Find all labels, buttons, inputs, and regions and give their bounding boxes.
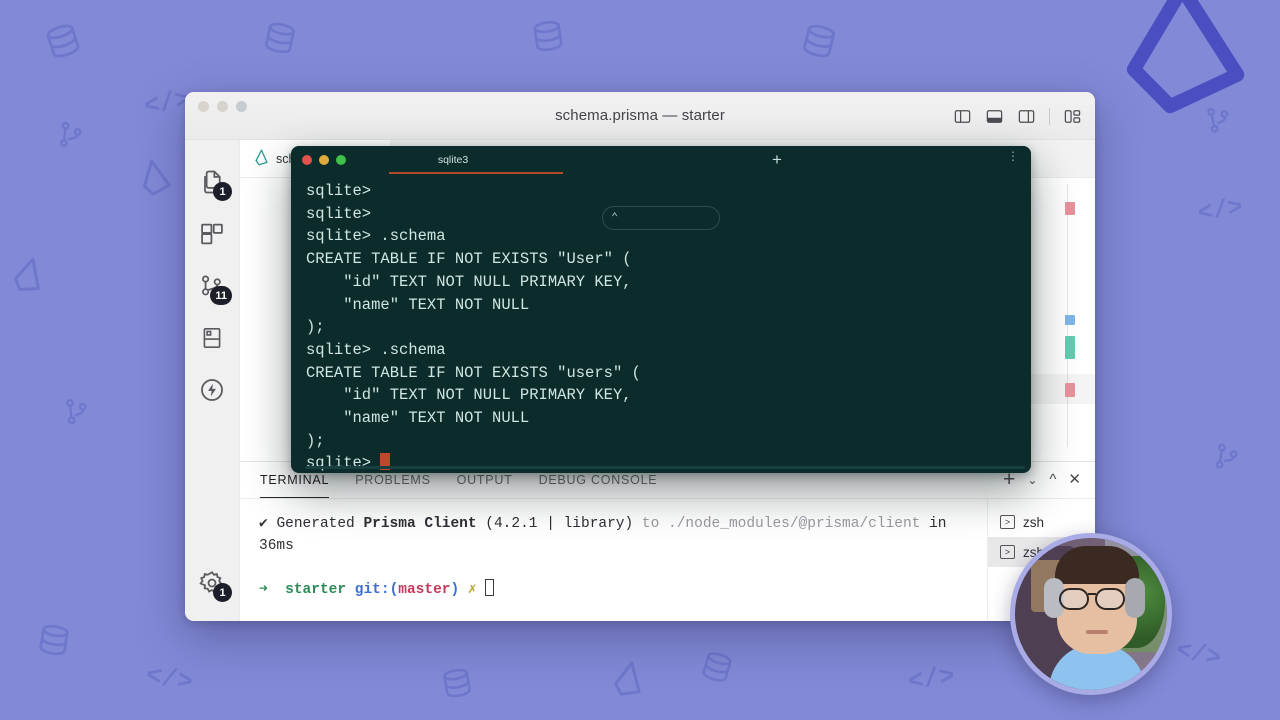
- output-path-1: ./node_modules/@pri: [668, 516, 834, 532]
- sqlite-traffic-lights[interactable]: [302, 155, 346, 165]
- database-icon: [33, 619, 74, 660]
- git-branch-icon: [1210, 440, 1244, 474]
- kebab-menu-icon[interactable]: ⋮: [1007, 150, 1019, 162]
- prompt-dirty-marker: ✗: [467, 582, 477, 598]
- minimap-mark: [1065, 383, 1075, 397]
- sqlite-screen[interactable]: sqlite> sqlite> sqlite> .schema CREATE T…: [291, 174, 1031, 473]
- database-icon: [528, 16, 569, 57]
- sidebar-item-extensions[interactable]: [188, 208, 236, 260]
- webcam-video: [1015, 538, 1167, 690]
- success-check-icon: ✔: [259, 516, 268, 532]
- minimap-mark: [1065, 202, 1075, 215]
- close-button[interactable]: [302, 155, 312, 165]
- prompt-arrow: ➜: [259, 582, 268, 598]
- database-icon: [696, 646, 738, 688]
- minimize-button[interactable]: [319, 155, 329, 165]
- minimap-mark: [1065, 336, 1075, 359]
- output-version: (4.2.1 | library): [476, 516, 634, 532]
- prisma-file-icon: [254, 149, 269, 169]
- sidebar-item-explorer[interactable]: 1: [188, 156, 236, 208]
- database-icon: [39, 17, 87, 65]
- toggle-secondary-sidebar-icon[interactable]: [1017, 107, 1036, 126]
- panel-body: ✔ Generated Prisma Client (4.2.1 | libra…: [240, 498, 1095, 621]
- terminal-output[interactable]: ✔ Generated Prisma Client (4.2.1 | libra…: [240, 499, 987, 621]
- minimap[interactable]: [1021, 184, 1095, 461]
- sqlite-tab-label: sqlite3: [437, 154, 469, 166]
- bottom-panel: TERMINAL PROBLEMS OUTPUT DEBUG CONSOLE +…: [240, 461, 1095, 621]
- output-to: to: [633, 516, 669, 532]
- terminal-icon: >: [1000, 545, 1015, 559]
- database-icon: [437, 663, 476, 702]
- database-icon: [259, 17, 302, 60]
- output-product: Prisma Client: [363, 516, 477, 532]
- terminal-dropdown-icon[interactable]: ⌄: [1027, 474, 1037, 486]
- toggle-primary-sidebar-icon[interactable]: [953, 107, 972, 126]
- terminal-cursor: [485, 579, 495, 596]
- sidebar-item-thunder-client[interactable]: [188, 364, 236, 416]
- prisma-logo-icon: [134, 155, 175, 199]
- toggle-panel-icon[interactable]: [985, 107, 1004, 126]
- minimap-viewport-highlight: [1021, 374, 1095, 404]
- chevron-up-icon: ⌃: [611, 210, 619, 225]
- code-brackets-icon: </>: [1173, 635, 1224, 674]
- sqlite-terminal-window[interactable]: sqlite3 + ⋮ sqlite> sqlite> sqlite> .sch…: [291, 146, 1031, 473]
- manage-badge: 1: [213, 583, 232, 602]
- terminal-scrollbar[interactable]: [305, 466, 1025, 469]
- prisma-logo-icon: [8, 252, 50, 297]
- zoom-button[interactable]: [336, 155, 346, 165]
- code-brackets-icon: </>: [1196, 192, 1246, 229]
- tab-debug-console-label: DEBUG CONSOLE: [538, 473, 658, 487]
- prisma-logo-icon: [609, 657, 649, 700]
- customize-layout-icon[interactable]: [1063, 107, 1082, 126]
- prompt-directory: starter: [285, 582, 347, 598]
- shell-label: zsh: [1023, 514, 1045, 530]
- prompt-paren-open: (: [389, 582, 399, 598]
- terminal-icon: >: [1000, 515, 1015, 529]
- source-control-badge: 11: [210, 286, 232, 305]
- database-icon: [796, 18, 842, 64]
- new-terminal-icon[interactable]: +: [1003, 469, 1015, 490]
- shell-item-zsh-1[interactable]: > zsh: [988, 507, 1095, 537]
- presenter-webcam: [1010, 533, 1172, 695]
- prompt-paren-close: ): [450, 582, 460, 598]
- tab-terminal-label: TERMINAL: [260, 473, 330, 487]
- sidebar-item-source-control[interactable]: 11: [188, 260, 236, 312]
- output-path-2: sma/client: [833, 516, 921, 532]
- explorer-badge: 1: [213, 182, 232, 201]
- toolbar-divider: [1049, 107, 1050, 125]
- git-branch-icon: [61, 395, 94, 428]
- sidebar-item-database[interactable]: [188, 312, 236, 364]
- sidebar-item-manage[interactable]: 1: [188, 557, 236, 609]
- activity-bar: 1 11 1: [185, 140, 240, 621]
- code-brackets-icon: </>: [143, 660, 196, 698]
- output-text: Generated: [276, 516, 364, 532]
- minimap-mark: [1065, 315, 1075, 325]
- prompt-branch: master: [398, 582, 451, 598]
- sqlite-terminal-tabbar: sqlite3 + ⋮: [291, 146, 1031, 174]
- vscode-titlebar: schema.prisma — starter: [185, 92, 1095, 140]
- sqlite-tab[interactable]: sqlite3: [373, 146, 563, 174]
- code-brackets-icon: </>: [906, 660, 957, 698]
- sqlite-prompt: sqlite>: [306, 454, 381, 473]
- prisma-logo: [1108, 0, 1258, 123]
- titlebar-actions: [953, 92, 1082, 140]
- new-tab-icon[interactable]: +: [772, 150, 782, 170]
- close-panel-icon[interactable]: ✕: [1068, 472, 1081, 487]
- prompt-git-label: git:: [354, 582, 390, 598]
- tab-problems-label: PROBLEMS: [355, 473, 431, 487]
- git-branch-icon: [55, 119, 88, 152]
- tab-output-label: OUTPUT: [456, 473, 513, 487]
- sqlite-output: sqlite> sqlite> sqlite> .schema CREATE T…: [306, 182, 641, 450]
- maximize-panel-icon[interactable]: ^: [1049, 472, 1056, 487]
- terminal-search-pill[interactable]: ⌃: [602, 206, 720, 230]
